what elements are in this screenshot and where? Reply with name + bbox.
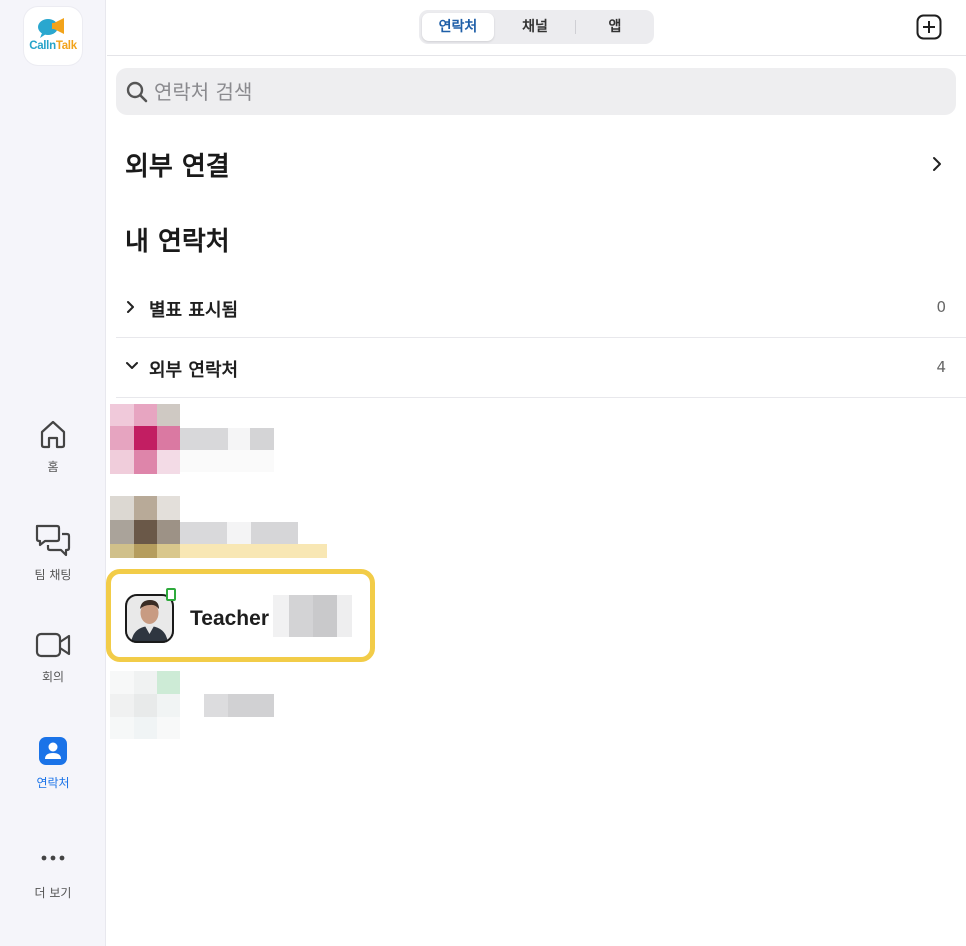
group-row-starred[interactable]: 별표 표시됨 0 <box>116 278 966 338</box>
sidebar-item-contacts[interactable]: 연락처 <box>0 736 106 791</box>
chevron-right-icon[interactable] <box>930 155 944 173</box>
group-label: 별표 표시됨 <box>149 300 239 321</box>
contact-row[interactable] <box>110 496 370 568</box>
chat-bubbles-icon <box>35 524 71 557</box>
segmented-tabs: 연락처 채널 앱 <box>419 10 654 44</box>
group-label: 외부 연락처 <box>149 360 239 381</box>
tab-divider <box>575 20 576 34</box>
home-icon <box>40 420 66 449</box>
tab-channels[interactable]: 채널 <box>499 13 571 41</box>
video-camera-icon <box>35 632 71 658</box>
online-status-badge <box>166 588 176 601</box>
contact-row[interactable] <box>110 404 370 476</box>
my-contacts-heading: 내 연락처 <box>125 227 230 257</box>
contact-row-teacher[interactable]: Teacher <box>106 569 375 662</box>
avatar <box>125 594 174 643</box>
divider <box>116 397 966 398</box>
chevron-right-icon <box>127 301 134 313</box>
external-connection-link[interactable]: 외부 연결 <box>125 146 230 183</box>
sidebar-item-label: 팀 채팅 <box>34 568 72 582</box>
logo-wordmark: CallnTalk <box>29 40 77 52</box>
tab-apps[interactable]: 앱 <box>579 13 651 41</box>
sidebar-item-label: 회의 <box>41 670 65 684</box>
search-icon <box>126 81 148 103</box>
contact-row[interactable] <box>110 671 370 743</box>
top-bar: 연락처 채널 앱 <box>107 0 966 56</box>
sidebar-item-label: 연락처 <box>36 776 70 790</box>
search-input[interactable] <box>154 68 934 115</box>
sidebar-item-more[interactable]: 더 보기 <box>0 848 106 901</box>
logo-bubbles-icon <box>38 18 64 38</box>
person-photo-icon <box>125 594 174 643</box>
sidebar-item-meeting[interactable]: 회의 <box>0 630 106 685</box>
sidebar: CallnTalk 홈 팀 채팅 회의 연락처 더 보기 <box>0 0 106 946</box>
sidebar-item-label: 홈 <box>47 460 59 474</box>
more-dots-icon <box>41 855 65 861</box>
search-bar <box>116 68 956 115</box>
contact-name: Teacher <box>190 607 269 630</box>
chevron-down-icon <box>126 362 138 369</box>
contacts-icon <box>39 737 67 765</box>
group-count: 4 <box>936 358 946 376</box>
plus-square-icon[interactable] <box>916 14 942 40</box>
tab-contacts[interactable]: 연락처 <box>422 13 494 41</box>
group-count: 0 <box>936 298 946 316</box>
sidebar-item-label: 더 보기 <box>34 886 72 900</box>
sidebar-item-team-chat[interactable]: 팀 채팅 <box>0 522 106 583</box>
app-logo[interactable]: CallnTalk <box>24 7 82 65</box>
sidebar-item-home[interactable]: 홈 <box>0 418 106 475</box>
group-row-external-contacts[interactable]: 외부 연락처 4 <box>116 338 966 398</box>
